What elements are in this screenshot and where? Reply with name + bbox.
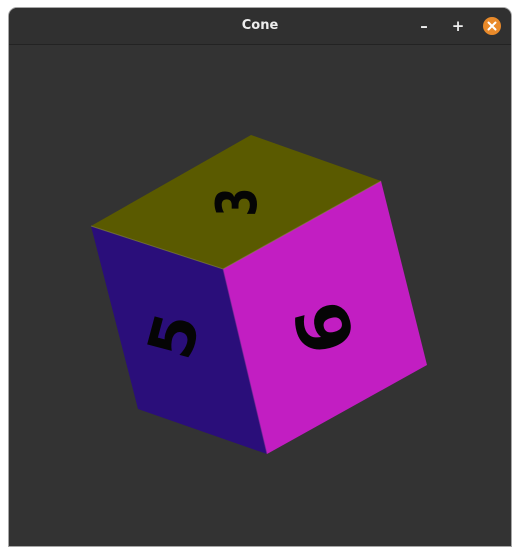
maximize-button[interactable]: + xyxy=(448,16,468,36)
close-icon xyxy=(483,17,501,35)
titlebar[interactable]: Cone – + xyxy=(9,8,511,45)
minimize-button[interactable]: – xyxy=(414,16,434,36)
close-button[interactable] xyxy=(482,16,502,36)
top-face-number: 3 xyxy=(204,187,270,216)
app-window: Cone – + 3 5 6 xyxy=(9,8,511,546)
cube-scene: 3 5 6 xyxy=(90,135,427,455)
window-title: Cone xyxy=(241,18,279,33)
render-viewport[interactable]: 3 5 6 xyxy=(9,45,511,546)
